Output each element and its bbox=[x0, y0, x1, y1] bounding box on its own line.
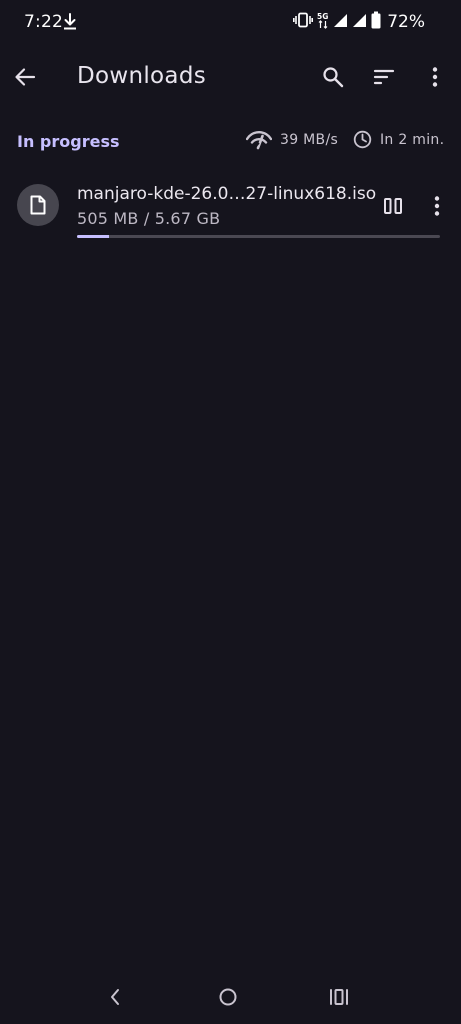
search-button[interactable] bbox=[320, 64, 346, 90]
page-title: Downloads bbox=[77, 63, 207, 89]
download-more-button[interactable] bbox=[425, 193, 449, 219]
speed-icon bbox=[246, 131, 272, 150]
more-vert-icon bbox=[432, 67, 438, 87]
pause-icon bbox=[384, 198, 402, 214]
download-speed: 39 MB/s bbox=[246, 130, 338, 150]
5g-icon: 5G bbox=[317, 11, 329, 33]
status-time: 7:22 bbox=[24, 12, 63, 32]
signal-icon bbox=[333, 13, 348, 32]
file-thumbnail bbox=[17, 184, 59, 226]
download-item[interactable]: manjaro-kde-26.0…27-linux618.iso 505 MB … bbox=[0, 178, 461, 244]
sort-icon bbox=[373, 69, 395, 85]
time-remaining: In 2 min. bbox=[353, 130, 444, 149]
more-vert-icon bbox=[434, 196, 440, 216]
vibrate-icon bbox=[293, 12, 314, 32]
sort-button[interactable] bbox=[371, 64, 397, 90]
status-icons: 5G 72% bbox=[293, 11, 425, 33]
battery-level: 72% bbox=[387, 12, 425, 32]
progress-fill bbox=[77, 235, 109, 238]
nav-recents-icon bbox=[330, 989, 348, 1005]
nav-back-icon bbox=[111, 989, 119, 1005]
nav-back-button[interactable] bbox=[100, 982, 130, 1012]
network-label: 5G bbox=[317, 12, 328, 21]
battery-icon bbox=[371, 11, 381, 33]
section-title: In progress bbox=[17, 132, 120, 151]
file-icon bbox=[30, 195, 46, 215]
status-bar: 7:22 5G 72% bbox=[0, 0, 461, 44]
app-bar: Downloads bbox=[0, 52, 461, 102]
nav-recents-button[interactable] bbox=[324, 982, 354, 1012]
download-icon bbox=[63, 13, 77, 31]
file-name: manjaro-kde-26.0…27-linux618.iso bbox=[77, 184, 377, 204]
eta-text: In 2 min. bbox=[380, 131, 445, 148]
back-arrow-icon bbox=[15, 68, 36, 86]
pause-button[interactable] bbox=[380, 193, 406, 219]
back-button[interactable] bbox=[12, 64, 38, 90]
system-nav-bar bbox=[0, 972, 461, 1020]
progress-bar bbox=[77, 235, 440, 238]
nav-home-icon bbox=[219, 988, 237, 1006]
nav-home-button[interactable] bbox=[213, 982, 243, 1012]
signal-icon bbox=[352, 13, 367, 32]
more-options-button[interactable] bbox=[422, 64, 448, 90]
file-size: 505 MB / 5.67 GB bbox=[77, 209, 221, 228]
search-icon bbox=[323, 67, 344, 88]
speed-text: 39 MB/s bbox=[280, 132, 339, 148]
clock-icon bbox=[353, 130, 372, 149]
section-header: In progress 39 MB/s In 2 min. bbox=[0, 128, 461, 156]
